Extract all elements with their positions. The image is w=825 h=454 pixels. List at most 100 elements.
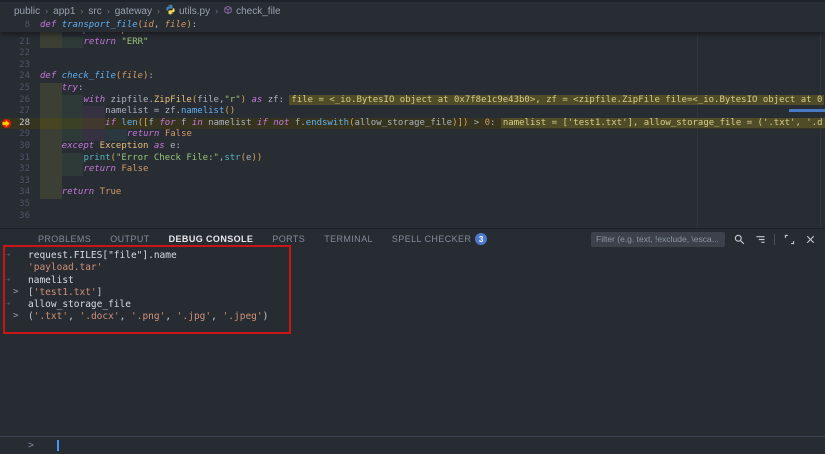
tab-spell-checker[interactable]: SPELL CHECKER 3 (391, 233, 488, 245)
console-row-expand[interactable]: > ('.txt', '.docx', '.png', '.jpg', '.jpe… (0, 311, 825, 323)
code-token: transport_file (61, 20, 138, 30)
breadcrumb-symbol[interactable]: check_file (223, 5, 281, 18)
bottom-panel: PROBLEMS OUTPUT DEBUG CONSOLE PORTS TERMINAL… (0, 228, 825, 454)
code-line-34[interactable]: 34 return True (0, 187, 825, 199)
code-token: )]) (452, 117, 469, 128)
breadcrumb-item-public[interactable]: public (14, 6, 40, 17)
code-line-25[interactable]: 25 try: (0, 82, 825, 95)
inline-debug-hint: file = <_io.BytesIO object at 0x7f8e1c9e… (289, 94, 825, 105)
code-token: "ERR" (121, 36, 149, 47)
line-number[interactable]: 23 (0, 60, 30, 70)
expand-chevron-icon[interactable]: > (13, 287, 18, 297)
code-editor[interactable]: 8 def transport_file(id, file): except Ex… (0, 20, 825, 228)
code-line-21[interactable]: 21 return "ERR" (0, 36, 825, 49)
console-text: 'payload.tar' (28, 262, 102, 273)
code-line-28[interactable]: 28 if len([f for f in namelist if not f.e… (0, 117, 825, 130)
code-lines: except Exception as e: 21 return "ERR" 22 23… (0, 31, 825, 223)
line-number[interactable]: 22 (0, 48, 30, 58)
code-line-24[interactable]: 24 def check_file(file): (0, 71, 825, 83)
code-line-36[interactable]: 36 (0, 211, 825, 223)
code-text: if len([f for f in namelist if not f.end… (105, 117, 825, 128)
indent-guide (61, 94, 84, 107)
code-line-8[interactable]: 8 def transport_file(id, file): (0, 20, 825, 32)
tab-label: SPELL CHECKER (391, 234, 472, 244)
tab-terminal[interactable]: TERMINAL (324, 234, 373, 244)
input-arrow-icon: ⇢ (5, 274, 11, 285)
line-number[interactable]: 30 (0, 141, 30, 151)
line-number[interactable]: 36 (0, 211, 30, 221)
code-text: except Exception as e: (62, 141, 181, 151)
code-line-29[interactable]: 29 return False (0, 129, 825, 141)
indent-guide (61, 106, 84, 118)
debug-console-input-row[interactable]: > (0, 436, 825, 454)
code-token: def (40, 20, 62, 30)
breadcrumb-separator: › (45, 6, 49, 16)
breadcrumb-item-src[interactable]: src (88, 6, 101, 17)
code-line-31[interactable]: 31 print("Error Check File:",str(e)) (0, 152, 825, 165)
line-number[interactable]: 32 (0, 164, 30, 174)
line-number[interactable]: 31 (0, 153, 30, 163)
tab-output[interactable]: OUTPUT (110, 234, 149, 244)
line-number[interactable]: 25 (0, 83, 30, 93)
close-panel-icon[interactable] (803, 232, 817, 246)
line-number[interactable]: 33 (0, 176, 30, 186)
line-number[interactable]: 21 (0, 37, 30, 47)
code-token: return (83, 36, 122, 47)
code-token: file (121, 71, 143, 82)
code-token: 'payload.tar' (28, 262, 103, 274)
breadcrumb[interactable]: public › app1 › src › gateway › utils.py › check_f… (0, 2, 825, 20)
breadcrumb-item-app1[interactable]: app1 (53, 6, 75, 17)
code-token: except (61, 140, 100, 151)
console-row-expand[interactable]: > ['test1.txt'] (0, 287, 825, 299)
indent-guide (40, 140, 62, 153)
expand-chevron-icon[interactable]: > (13, 311, 18, 321)
code-line-35[interactable]: 35 (0, 199, 825, 211)
breakpoint-current-icon[interactable] (1, 118, 12, 129)
code-text: def check_file(file): (40, 71, 154, 81)
code-token: , (153, 20, 165, 30)
code-line-26[interactable]: 26 with zipfile.ZipFile(file,"r") as zf: … (0, 94, 825, 107)
console-expression: allow_storage_file (28, 299, 131, 311)
indent-guide (40, 94, 62, 107)
search-icon[interactable] (732, 232, 746, 246)
code-line-27[interactable]: 27 namelist = zf.namelist() (0, 106, 825, 118)
code-line-33[interactable]: 33 (0, 175, 825, 188)
tab-label: PORTS (272, 234, 306, 244)
line-number[interactable]: 26 (0, 95, 30, 105)
code-token: if (105, 117, 122, 128)
tab-label: DEBUG CONSOLE (168, 234, 254, 244)
sticky-scroll-header[interactable]: 8 def transport_file(id, file): (0, 20, 825, 32)
panel-actions (591, 231, 817, 247)
code-line-22[interactable]: 22 (0, 48, 825, 60)
code-token: '.jpeg' (222, 311, 263, 323)
code-text: return False (127, 129, 192, 139)
tab-problems[interactable]: PROBLEMS (38, 234, 91, 244)
line-number[interactable]: 27 (0, 106, 30, 116)
filter-lines-icon[interactable] (753, 232, 767, 246)
line-number[interactable]: 35 (0, 199, 30, 209)
code-token: '.docx' (79, 311, 120, 323)
indent-guide (40, 164, 62, 176)
tab-label: PROBLEMS (38, 234, 92, 244)
code-text: print("Error Check File:",str(e)) (83, 153, 262, 163)
breadcrumb-item-gateway[interactable]: gateway (115, 6, 152, 17)
maximize-panel-icon[interactable] (782, 232, 796, 246)
tab-debug-console[interactable]: DEBUG CONSOLE (169, 234, 254, 244)
code-line-30[interactable]: 30 except Exception as e: (0, 140, 825, 153)
code-token: '.txt' (33, 311, 69, 323)
line-number[interactable]: 24 (0, 71, 30, 81)
code-line-23[interactable]: 23 (0, 60, 825, 72)
filter-input[interactable] (591, 231, 725, 247)
code-token: : (77, 82, 84, 93)
line-number[interactable]: 8 (0, 20, 30, 30)
code-token: return (126, 129, 165, 140)
code-text: with zipfile.ZipFile(file,"r") as zf: fi… (83, 94, 825, 105)
breadcrumb-file[interactable]: utils.py (165, 4, 210, 18)
line-number[interactable]: 34 (0, 187, 30, 197)
code-token: , (211, 311, 223, 323)
line-number[interactable]: 29 (0, 129, 30, 139)
method-symbol-icon (223, 5, 233, 18)
code-token: : (148, 71, 154, 82)
tab-ports[interactable]: PORTS (272, 234, 305, 244)
code-line-32[interactable]: 32 return False (0, 164, 825, 176)
